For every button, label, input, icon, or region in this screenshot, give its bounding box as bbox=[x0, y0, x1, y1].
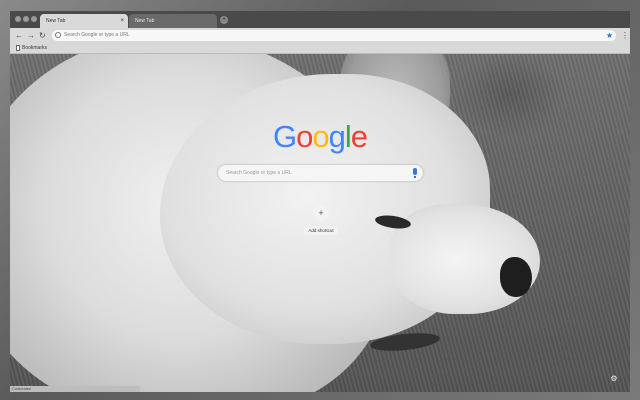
bookmark-page-icon bbox=[16, 45, 20, 51]
dog-nose-image bbox=[500, 257, 532, 297]
menu-icon[interactable]: ⋮ bbox=[621, 30, 629, 41]
toolbar: ← → ↻ Search Google or type a URL ★ ⋮ bbox=[10, 28, 630, 43]
tab-label: New Tab bbox=[135, 18, 155, 24]
tab-new-tab[interactable]: New Tab bbox=[129, 14, 217, 28]
address-bar-placeholder: Search Google or type a URL bbox=[64, 32, 130, 38]
browser-window: New Tab × New Tab + ← → ↻ Search Google … bbox=[10, 11, 630, 392]
address-bar[interactable]: Search Google or type a URL ★ bbox=[52, 30, 616, 41]
maximize-window-dot-icon[interactable] bbox=[31, 16, 37, 22]
close-tab-icon[interactable]: × bbox=[120, 14, 124, 28]
close-window-dot-icon[interactable] bbox=[15, 16, 21, 22]
logo-letter: g bbox=[328, 119, 346, 154]
tab-strip: New Tab × New Tab + bbox=[10, 11, 630, 28]
tab-new-tab-active[interactable]: New Tab × bbox=[40, 14, 128, 28]
minimize-window-dot-icon[interactable] bbox=[23, 16, 29, 22]
bookmark-star-icon[interactable]: ★ bbox=[606, 30, 613, 41]
logo-letter: o bbox=[312, 119, 329, 154]
back-button[interactable]: ← bbox=[15, 30, 23, 41]
status-bar: Customize bbox=[10, 386, 140, 392]
reload-button[interactable]: ↻ bbox=[39, 30, 46, 41]
add-shortcut-button[interactable]: + bbox=[313, 205, 329, 221]
tab-label: New Tab bbox=[46, 18, 66, 24]
google-logo: Google bbox=[268, 120, 372, 154]
bookmarks-label[interactable]: Bookmarks bbox=[22, 43, 47, 54]
google-g-icon bbox=[55, 32, 61, 38]
bookmarks-bar: Bookmarks bbox=[10, 43, 630, 54]
new-tab-page: Google Search Google or type a URL + Add… bbox=[10, 54, 630, 392]
customize-gear-icon[interactable]: ⚙ bbox=[610, 375, 618, 383]
logo-letter: o bbox=[296, 119, 313, 154]
logo-letter: e bbox=[350, 119, 368, 154]
add-shortcut-label[interactable]: Add shortcut bbox=[304, 227, 338, 235]
microphone-icon[interactable] bbox=[413, 168, 417, 178]
search-placeholder: Search Google or type a URL bbox=[226, 170, 292, 176]
search-box[interactable]: Search Google or type a URL bbox=[218, 165, 423, 181]
logo-letter: G bbox=[272, 119, 297, 154]
new-tab-button[interactable]: + bbox=[220, 16, 228, 24]
forward-button[interactable]: → bbox=[27, 30, 35, 41]
